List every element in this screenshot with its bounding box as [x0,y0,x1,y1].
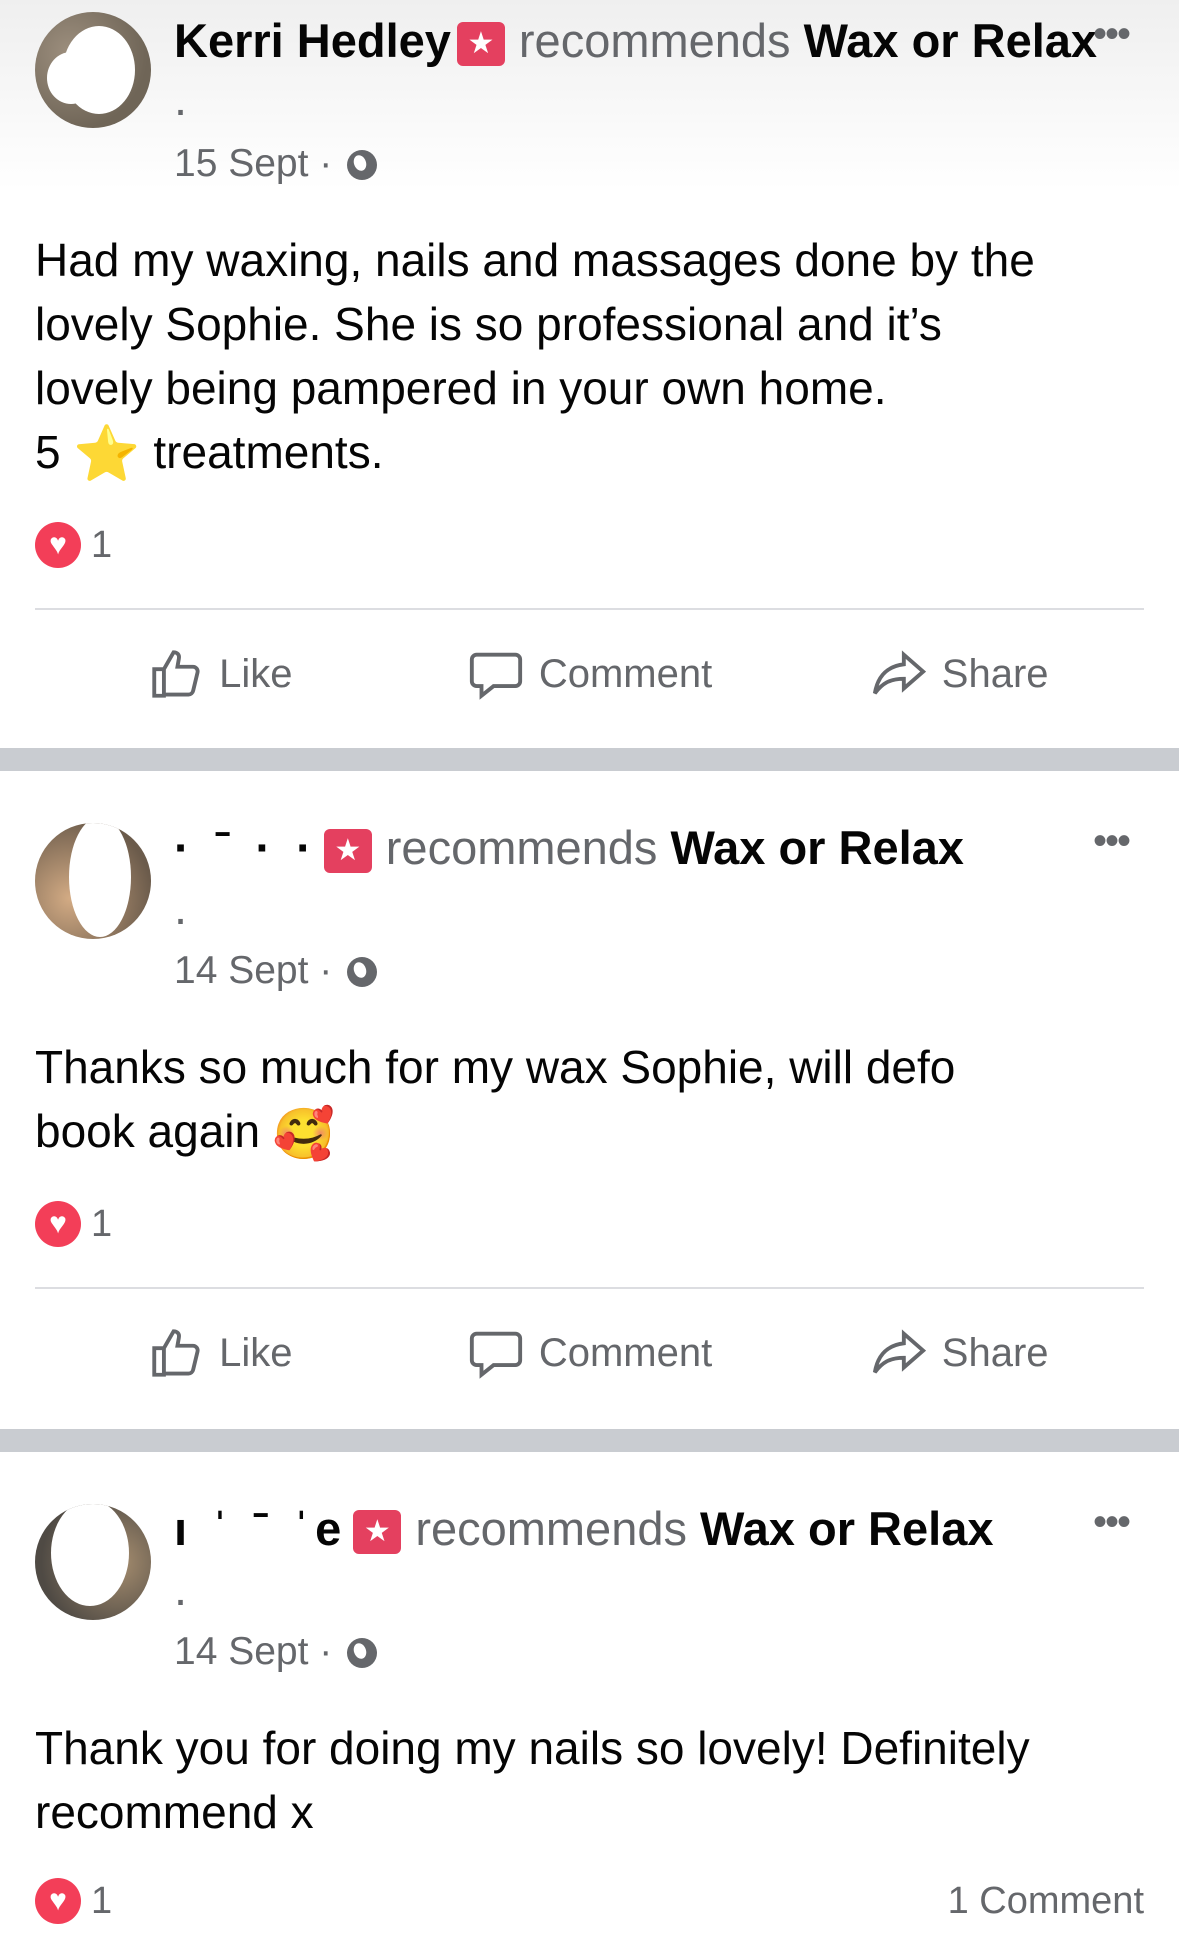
page-name[interactable]: Wax or Relax [804,14,1097,67]
like-button[interactable]: Like [35,634,405,714]
comment-count[interactable]: 1 Comment [948,1880,1144,1923]
post-header-line2: . [174,70,187,128]
body-line: recommend x [35,1786,314,1838]
post-meta: 14 Sept · [174,1628,378,1676]
recommends-text: recommends [415,1502,687,1555]
reactions[interactable]: ♥ 1 [35,1199,112,1249]
body-line: lovely being pampered in your own home. [35,362,887,414]
share-button[interactable]: Share [774,1313,1144,1393]
share-icon [872,1329,926,1374]
recommend-badge-icon: ★ [456,22,505,66]
author-name-redacted[interactable]: ı ˈ ˉ ˈe [174,1500,347,1558]
action-bar: Like Comment Share [35,1313,1144,1393]
post-header: · ˉ · · ★ recommends Wax or Relax [174,819,964,877]
globe-icon [347,1638,378,1668]
reactions[interactable]: ♥ 1 [35,520,112,570]
avatar[interactable] [35,1504,151,1620]
post-date[interactable]: 14 Sept [174,949,308,992]
reaction-count: 1 [91,1202,113,1245]
period: . [174,881,188,934]
star-emoji: ⭐ [73,424,141,484]
comment-label: Comment [538,651,713,696]
post-separator [0,1429,1179,1452]
post-3: ı ˈ ˉ ˈe ★ recommends Wax or Relax . ••• 1… [0,1452,1179,1954]
author-name[interactable]: Kerri Hedley [174,14,451,67]
post-header: ı ˈ ˉ ˈe ★ recommends Wax or Relax [174,1500,993,1558]
heart-reaction-icon: ♥ [35,1201,81,1247]
like-label: Like [219,1330,293,1375]
heart-reaction-icon: ♥ [35,1878,81,1924]
comment-button[interactable]: Comment [405,634,775,714]
share-label: Share [941,651,1049,696]
meta-separator: · [319,1630,333,1673]
globe-icon [347,957,378,987]
post-body: Thank you for doing my nails so lovely! … [35,1716,1145,1844]
body-line: 5 ⭐ treatments. [35,420,1145,486]
post-header-line2: . [174,879,187,937]
period: . [174,1562,188,1615]
comment-icon [469,1331,522,1379]
more-dots-icon[interactable]: ••• [1093,1502,1131,1542]
divider [35,608,1144,610]
recommend-badge-icon: ★ [323,829,372,873]
body-text: treatments. [153,426,384,478]
meta-separator: · [319,142,333,185]
like-icon [152,1329,200,1377]
post-header: Kerri Hedley ★ recommends Wax or Relax [174,12,1097,70]
action-bar: Like Comment Share [35,634,1144,714]
share-icon [872,650,926,695]
more-dots-icon[interactable]: ••• [1093,821,1131,861]
body-text: 5 [35,426,61,478]
post-separator [0,748,1179,771]
body-text: book again [35,1105,261,1157]
avatar[interactable] [35,823,151,939]
comment-icon [469,652,522,700]
body-line: book again 🥰 [35,1099,1145,1166]
like-button[interactable]: Like [35,1313,405,1393]
post-header-line2: . [174,1560,187,1618]
post-meta: 14 Sept · [174,947,378,995]
body-line: Had my waxing, nails and massages done b… [35,234,1035,286]
reactions[interactable]: ♥ 1 [35,1876,112,1926]
post-body: Thanks so much for my wax Sophie, will d… [35,1035,1145,1166]
share-button[interactable]: Share [774,634,1144,714]
page-name[interactable]: Wax or Relax [671,821,964,874]
body-line: Thank you for doing my nails so lovely! … [35,1722,1030,1774]
post-2: · ˉ · · ★ recommends Wax or Relax . ••• 14… [0,771,1179,1429]
share-label: Share [941,1330,1049,1375]
period: . [174,72,188,125]
meta-separator: · [319,949,333,992]
post-body: Had my waxing, nails and massages done b… [35,228,1145,486]
comment-label: Comment [538,1330,713,1375]
like-label: Like [219,651,293,696]
body-line: lovely Sophie. She is so professional an… [35,298,942,350]
post-meta: 15 Sept · [174,140,378,188]
post-date[interactable]: 15 Sept [174,142,308,185]
comment-button[interactable]: Comment [405,1313,775,1393]
feed: Kerri Hedley ★ recommends Wax or Relax . •… [0,0,1179,1954]
avatar[interactable] [35,12,151,128]
page-name[interactable]: Wax or Relax [700,1502,993,1555]
recommend-badge-icon: ★ [353,1510,402,1554]
post-date[interactable]: 14 Sept [174,1630,308,1673]
recommends-text: recommends [518,14,791,67]
like-icon [152,650,200,698]
reaction-count: 1 [91,523,113,566]
body-line: Thanks so much for my wax Sophie, will d… [35,1041,956,1093]
globe-icon [347,150,378,180]
smiling-hearts-emoji: 🥰 [272,1106,336,1162]
heart-reaction-icon: ♥ [35,522,81,568]
recommends-text: recommends [385,821,658,874]
author-name-redacted[interactable]: · ˉ · · [174,819,318,877]
reaction-count: 1 [91,1879,113,1922]
post-1: Kerri Hedley ★ recommends Wax or Relax . •… [0,0,1179,748]
divider [35,1287,1144,1289]
more-dots-icon[interactable]: ••• [1093,14,1131,54]
